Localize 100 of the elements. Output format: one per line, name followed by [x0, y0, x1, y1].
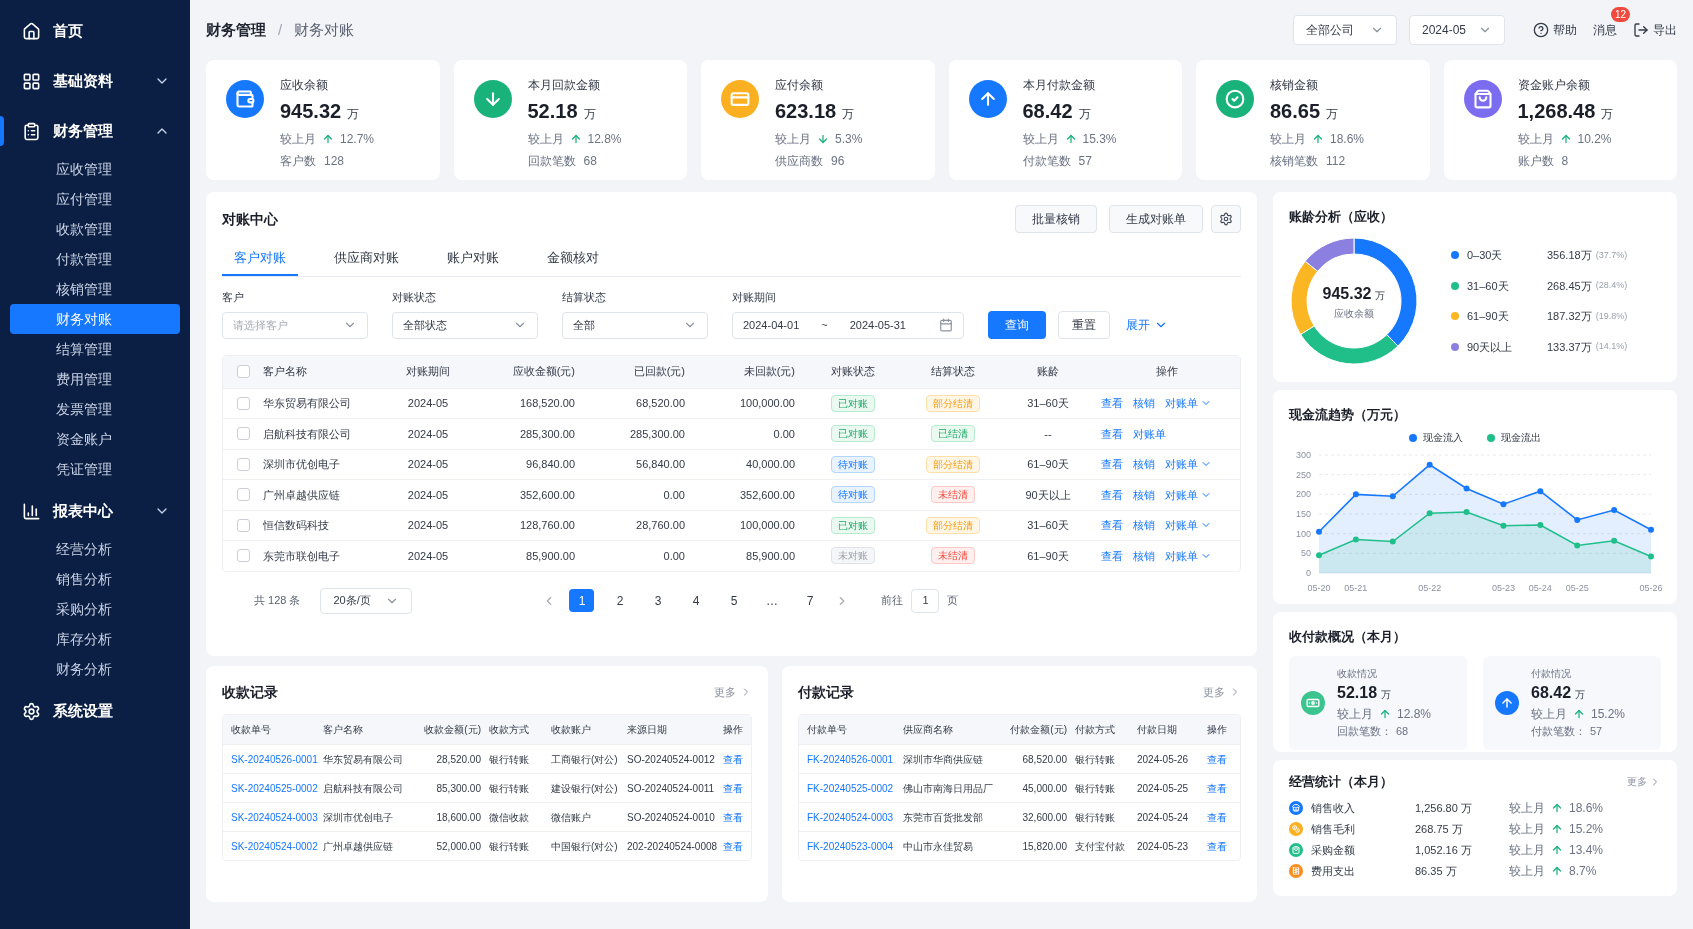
- view-link[interactable]: 查看: [1207, 838, 1232, 854]
- view-link[interactable]: 查看: [723, 838, 743, 854]
- sidebar-submenu-item[interactable]: 库存分析: [10, 624, 180, 654]
- document-link[interactable]: FK-20240523-0004: [807, 838, 903, 854]
- checkbox[interactable]: [236, 488, 250, 502]
- table-cell-text: 61–90天: [1026, 548, 1070, 564]
- view-link[interactable]: 查看: [723, 809, 743, 825]
- select-field[interactable]: 全部: [562, 311, 708, 339]
- header-action[interactable]: 导出: [1633, 21, 1677, 39]
- sidebar-submenu-item[interactable]: 应付管理: [10, 184, 180, 214]
- view-link[interactable]: 查看: [1207, 751, 1232, 767]
- header-action[interactable]: 帮助: [1533, 21, 1577, 39]
- action-link[interactable]: 对账单: [1165, 517, 1212, 534]
- checkbox[interactable]: [236, 365, 250, 378]
- action-link[interactable]: 核销: [1133, 486, 1155, 503]
- sidebar-menu-item[interactable]: 首页: [0, 8, 190, 54]
- sidebar-submenu-item[interactable]: 经营分析: [10, 534, 180, 564]
- action-link[interactable]: 对账单: [1165, 547, 1212, 564]
- sidebar-submenu-item[interactable]: 资金账户: [10, 424, 180, 454]
- tab[interactable]: 账户对账: [435, 242, 511, 276]
- document-link[interactable]: FK-20240524-0003: [807, 809, 903, 825]
- select-field[interactable]: 全部状态: [392, 311, 538, 339]
- sidebar-submenu-item[interactable]: 付款管理: [10, 244, 180, 274]
- select-dropdown[interactable]: 全部公司: [1293, 15, 1397, 45]
- action-link[interactable]: 核销: [1133, 395, 1155, 412]
- action-link[interactable]: 对账单: [1165, 395, 1212, 412]
- document-link[interactable]: FK-20240525-0002: [807, 780, 903, 796]
- page-number[interactable]: 1: [569, 589, 595, 612]
- document-link[interactable]: SK-20240524-0002: [231, 838, 323, 854]
- document-link[interactable]: SK-20240524-0003: [231, 809, 323, 825]
- action-link[interactable]: 查看: [1101, 456, 1123, 473]
- view-link[interactable]: 查看: [723, 780, 743, 796]
- select-dropdown[interactable]: 2024-05: [1409, 15, 1505, 45]
- action-link[interactable]: 查看: [1101, 425, 1123, 442]
- settings-button[interactable]: [1211, 205, 1241, 233]
- date-range-field[interactable]: 2024-04-01 ~ 2024-05-31: [732, 311, 964, 339]
- checkbox[interactable]: [236, 427, 250, 441]
- action-link[interactable]: 对账单: [1165, 486, 1212, 503]
- page-number[interactable]: 4: [683, 589, 709, 612]
- sidebar-submenu-item[interactable]: 财务对账: [10, 304, 180, 334]
- view-link[interactable]: 查看: [723, 751, 743, 767]
- document-link[interactable]: FK-20240526-0001: [807, 751, 903, 767]
- document-link[interactable]: SK-20240525-0002: [231, 780, 323, 796]
- page-number[interactable]: 5: [721, 589, 747, 612]
- table-cell-text: 285,300.00: [518, 426, 576, 442]
- checkbox[interactable]: [236, 457, 250, 471]
- action-link[interactable]: 核销: [1133, 517, 1155, 534]
- notification-badge: 12: [1611, 7, 1631, 22]
- page-number[interactable]: …: [759, 589, 785, 612]
- sidebar-menu-item[interactable]: 财务管理: [0, 108, 190, 154]
- action-link[interactable]: 对账单: [1165, 456, 1212, 473]
- header-action[interactable]: 消息: [1593, 21, 1617, 39]
- tab[interactable]: 供应商对账: [322, 242, 411, 276]
- sidebar-submenu-item[interactable]: 收款管理: [10, 214, 180, 244]
- action-link[interactable]: 查看: [1101, 547, 1123, 564]
- action-link[interactable]: 查看: [1101, 486, 1123, 503]
- page-size-select[interactable]: 20条/页: [320, 587, 413, 614]
- card-title: 现金流趋势（万元）: [1289, 407, 1406, 422]
- page-number[interactable]: 2: [607, 589, 633, 612]
- action-link[interactable]: 对账单: [1133, 425, 1166, 442]
- breadcrumb-item[interactable]: 财务管理: [206, 18, 266, 42]
- goto-page-field[interactable]: 1: [911, 588, 940, 613]
- checkbox[interactable]: [236, 549, 250, 563]
- sidebar-menu-item[interactable]: 报表中心: [0, 488, 190, 534]
- card-title: 收款记录: [222, 682, 279, 702]
- checkbox[interactable]: [236, 396, 250, 410]
- table-cell-text: 0.00: [662, 548, 686, 564]
- sidebar-submenu-item[interactable]: 费用管理: [10, 364, 180, 394]
- sidebar-submenu-item[interactable]: 发票管理: [10, 394, 180, 424]
- column-header: 已回款(元): [632, 364, 686, 380]
- breadcrumb-item[interactable]: 财务对账: [294, 18, 355, 42]
- document-link[interactable]: SK-20240526-0001: [231, 751, 323, 767]
- sidebar-menu-item[interactable]: 系统设置: [0, 688, 190, 734]
- toolbar-button[interactable]: 批量核销: [1015, 205, 1097, 233]
- sidebar-submenu-item[interactable]: 应收管理: [10, 154, 180, 184]
- query-button[interactable]: 查询: [988, 310, 1046, 339]
- reset-button[interactable]: 重置: [1058, 310, 1110, 339]
- sidebar-submenu-item[interactable]: 采购分析: [10, 594, 180, 624]
- tab[interactable]: 客户对账: [222, 242, 298, 276]
- page-number[interactable]: 3: [645, 589, 671, 612]
- action-link[interactable]: 核销: [1133, 456, 1155, 473]
- tab[interactable]: 金额核对: [535, 242, 611, 276]
- sidebar-submenu-item[interactable]: 财务分析: [10, 654, 180, 684]
- action-link[interactable]: 查看: [1101, 395, 1123, 412]
- sidebar-submenu-item[interactable]: 结算管理: [10, 334, 180, 364]
- center-value: 945.32: [1322, 283, 1372, 304]
- table-cell-text: 0.00: [772, 426, 796, 442]
- sidebar-menu-item[interactable]: 基础资料: [0, 58, 190, 104]
- compare-label: 较上月: [775, 131, 811, 148]
- action-link[interactable]: 核销: [1133, 547, 1155, 564]
- action-link[interactable]: 查看: [1101, 517, 1123, 534]
- toolbar-button[interactable]: 生成对账单: [1109, 205, 1203, 233]
- sidebar-submenu-item[interactable]: 销售分析: [10, 564, 180, 594]
- view-link[interactable]: 查看: [1207, 809, 1232, 825]
- page-number[interactable]: 7: [797, 589, 823, 612]
- expand-link[interactable]: 展开: [1126, 310, 1168, 339]
- sidebar-submenu-item[interactable]: 核销管理: [10, 274, 180, 304]
- sidebar-submenu-item[interactable]: 凭证管理: [10, 454, 180, 484]
- view-link[interactable]: 查看: [1207, 780, 1232, 796]
- checkbox[interactable]: [236, 518, 250, 532]
